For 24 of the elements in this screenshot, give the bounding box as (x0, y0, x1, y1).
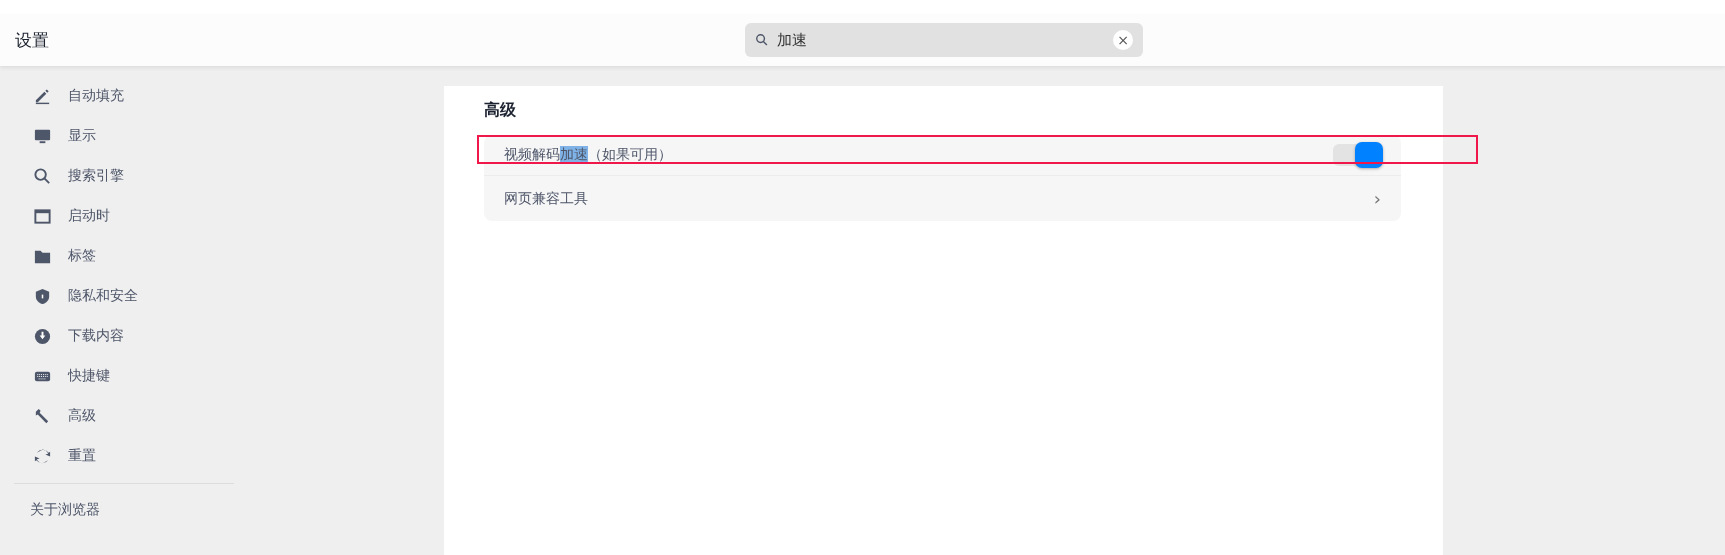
clear-button[interactable]: × (1113, 30, 1133, 50)
shield-icon (33, 286, 52, 306)
sidebar-item[interactable]: 显示 (0, 116, 444, 156)
search-field[interactable]: 加速 × (745, 23, 1143, 57)
toggle-switch[interactable] (1333, 144, 1381, 166)
setting-label: 视频解码加速（如果可用） (504, 146, 673, 164)
window-icon (33, 206, 52, 226)
section-title: 高级 (484, 100, 516, 121)
sidebar-item[interactable]: 自动填充 (0, 76, 444, 116)
search-icon (33, 166, 52, 186)
sidebar-item[interactable]: 下载内容 (0, 316, 444, 356)
sidebar-item[interactable]: 隐私和安全 (0, 276, 444, 316)
sidebar-item[interactable]: 快捷键 (0, 356, 444, 396)
sidebar-item[interactable]: 搜索引擎 (0, 156, 444, 196)
chevron-icon: › (1373, 188, 1381, 209)
settings-row[interactable]: 网页兼容工具 › (484, 175, 1401, 221)
sidebar-item[interactable]: 标签 (0, 236, 444, 276)
page-title: 设置 (15, 28, 50, 52)
sidebar-item[interactable]: 启动时 (0, 196, 444, 236)
download-icon (33, 326, 52, 346)
search-icon (755, 33, 769, 47)
sidebar-item[interactable]: 高级 (0, 396, 444, 436)
sidebar-item[interactable]: 重置 (0, 436, 444, 476)
about-link[interactable]: 关于浏览器 (30, 501, 100, 519)
